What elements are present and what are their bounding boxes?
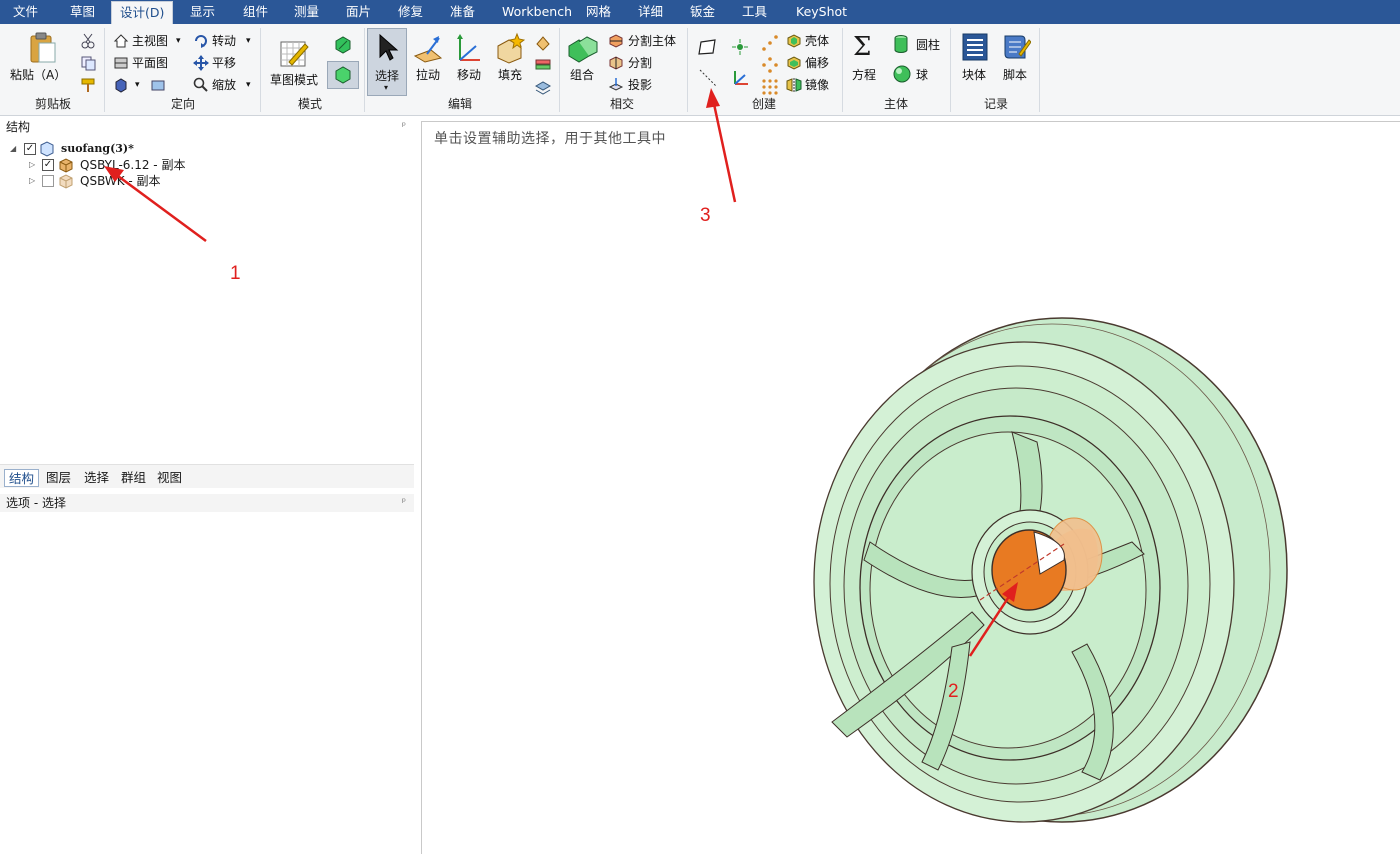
annotation-arrow-2	[968, 582, 1018, 657]
annotation-label-2: 2	[948, 681, 959, 702]
annotation-arrow-1	[104, 166, 207, 243]
annotation-label-3: 3	[700, 205, 711, 226]
annotation-layer	[104, 88, 1018, 657]
annotation-label-1: 1	[230, 263, 241, 284]
annotation-arrow-3	[706, 88, 737, 203]
